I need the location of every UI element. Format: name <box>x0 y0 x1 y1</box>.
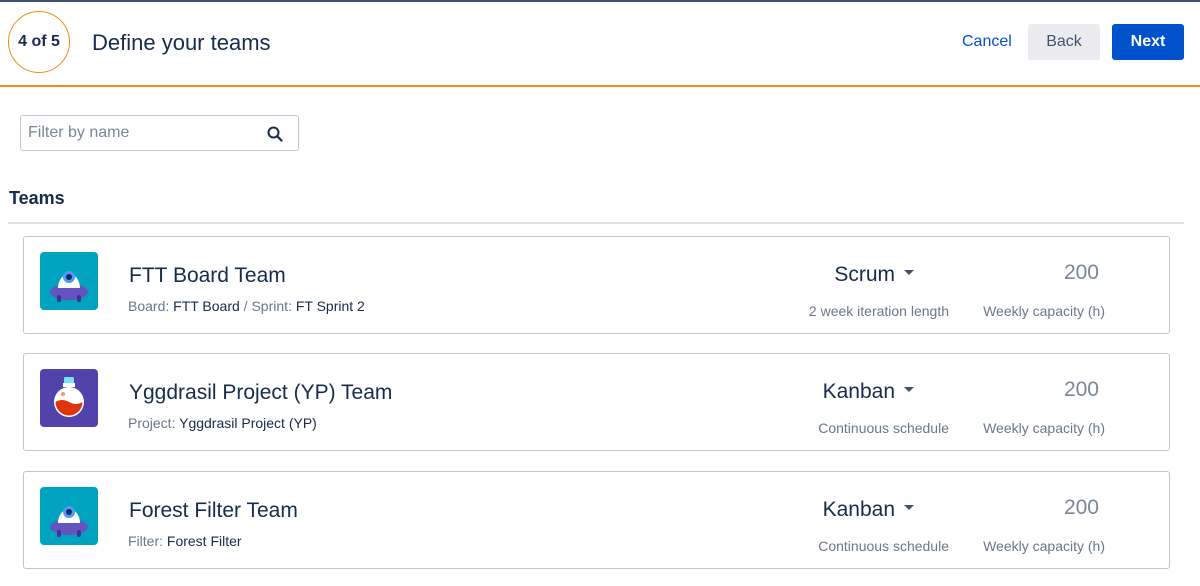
wizard-header: 4 of 5 Define your teams Cancel Back Nex… <box>0 0 1200 87</box>
ufo-icon <box>40 252 98 310</box>
separator: / <box>239 298 252 314</box>
sprint-value: FT Sprint 2 <box>295 298 365 314</box>
capacity-label: Weekly capacity (h) <box>983 420 1105 436</box>
team-avatar <box>40 487 98 545</box>
team-source: Project: Yggdrasil Project (YP) <box>128 415 317 431</box>
page-title: Define your teams <box>92 30 271 55</box>
capacity-label: Weekly capacity (h) <box>983 303 1105 319</box>
method-label: Kanban <box>822 498 895 521</box>
chevron-down-icon <box>904 269 914 275</box>
schedule-description: Continuous schedule <box>818 420 949 436</box>
team-card: Forest Filter Team Filter: Forest Filter… <box>23 471 1170 569</box>
filter-field <box>20 115 299 151</box>
method-label: Kanban <box>822 380 895 403</box>
search-icon <box>267 126 283 142</box>
filter-input[interactable] <box>21 116 261 150</box>
team-card: FTT Board Team Board: FTT Board / Sprint… <box>23 236 1170 334</box>
capacity-label: Weekly capacity (h) <box>983 538 1105 554</box>
team-avatar <box>40 369 98 427</box>
scheduling-method-dropdown[interactable]: Kanban <box>823 498 914 522</box>
method-label: Scrum <box>834 263 895 286</box>
next-button[interactable]: Next <box>1112 24 1184 60</box>
ufo-icon <box>40 487 98 545</box>
capacity-input[interactable] <box>1029 378 1099 402</box>
capacity-input[interactable] <box>1029 261 1099 285</box>
team-source: Board: FTT Board / Sprint: FT Sprint 2 <box>128 298 365 314</box>
sprint-label: Sprint: <box>251 298 292 314</box>
scheduling-method-dropdown[interactable]: Kanban <box>823 380 914 404</box>
cancel-button[interactable]: Cancel <box>954 24 1020 60</box>
team-name: FTT Board Team <box>129 264 286 287</box>
source-label: Filter: <box>128 533 163 549</box>
team-name: Yggdrasil Project (YP) Team <box>129 381 393 404</box>
potion-flask-icon <box>40 369 98 427</box>
schedule-description: 2 week iteration length <box>808 303 949 319</box>
source-label: Board: <box>128 298 170 314</box>
source-value: Forest Filter <box>166 533 242 549</box>
back-button[interactable]: Back <box>1028 24 1100 60</box>
source-value: FTT Board <box>173 298 240 314</box>
team-name: Forest Filter Team <box>129 499 298 522</box>
source-label: Project: <box>128 415 176 431</box>
source-value: Yggdrasil Project (YP) <box>179 415 317 431</box>
chevron-down-icon <box>904 386 914 392</box>
schedule-description: Continuous schedule <box>818 538 949 554</box>
teams-heading: Teams <box>9 188 65 208</box>
section-divider <box>8 222 1184 224</box>
team-avatar <box>40 252 98 310</box>
capacity-input[interactable] <box>1029 496 1099 520</box>
step-indicator: 4 of 5 <box>8 11 70 73</box>
team-card: Yggdrasil Project (YP) Team Project: Ygg… <box>23 353 1170 451</box>
team-source: Filter: Forest Filter <box>128 533 242 549</box>
chevron-down-icon <box>904 504 914 510</box>
scheduling-method-dropdown[interactable]: Scrum <box>834 263 914 287</box>
